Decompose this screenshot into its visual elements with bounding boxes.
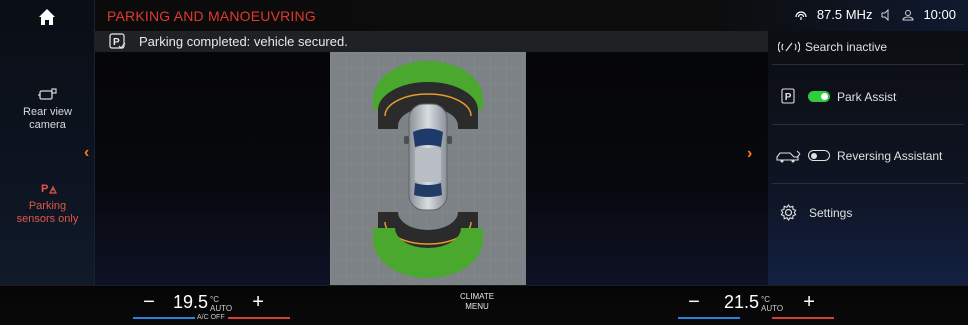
climate-menu-button[interactable]: CLIMATE MENU — [460, 292, 494, 312]
svg-text:P: P — [785, 92, 792, 103]
left-sidebar: Rear view camera ‹ P Parking sensors onl… — [0, 0, 95, 285]
right-temp-warm-bar — [772, 317, 834, 319]
info-bar: P Parking completed: vehicle secured. — [95, 31, 768, 52]
radio-frequency[interactable]: 87.5 MHz — [817, 7, 873, 22]
parking-p-icon: P — [781, 88, 795, 104]
reversing-assistant-item[interactable]: Reversing Assistant — [768, 142, 968, 172]
sensor-waves-icon — [778, 41, 800, 53]
vehicle-top-view — [404, 103, 452, 211]
volume-icon[interactable] — [881, 8, 893, 21]
right-temp-value: 21.5 — [724, 292, 760, 312]
parking-sensor-view — [330, 52, 526, 285]
left-temp-increase-button[interactable]: + — [248, 291, 268, 314]
top-bar: PARKING AND MANOEUVRING 87.5 MHz 10:00 — [95, 0, 968, 33]
sidebar-collapse-chevron[interactable]: ‹ — [84, 144, 89, 162]
sidebar-item-parking-sensors[interactable]: P Parking sensors only — [0, 180, 95, 226]
left-temp-cool-bar — [133, 317, 195, 319]
ac-status: A/C OFF — [197, 314, 225, 321]
right-temp-unit: °C — [761, 295, 771, 304]
left-temp-value: 19.5 — [173, 292, 209, 312]
left-temp-unit: °C — [210, 295, 220, 304]
svg-text:P: P — [41, 183, 48, 195]
radio-icon — [795, 10, 807, 20]
search-status-label: Search inactive — [805, 40, 888, 54]
parking-complete-icon: P — [109, 33, 126, 49]
reversing-car-icon — [776, 150, 801, 163]
reversing-assistant-toggle[interactable] — [808, 150, 830, 161]
park-assist-toggle[interactable] — [808, 91, 830, 102]
right-temp-decrease-button[interactable]: − — [684, 291, 704, 314]
home-button[interactable] — [34, 6, 60, 28]
divider — [772, 64, 964, 65]
reversing-assistant-label: Reversing Assistant — [837, 149, 943, 163]
sidebar-item-rear-camera-label: Rear view camera — [23, 106, 72, 131]
home-icon — [39, 9, 55, 25]
left-temp-warm-bar — [228, 317, 290, 319]
left-temp-auto: AUTO — [210, 304, 233, 313]
right-temp-auto: AUTO — [761, 304, 784, 313]
search-status[interactable]: Search inactive — [768, 31, 968, 64]
right-panel: Search inactive P Park Assist Reversing … — [768, 31, 968, 285]
status-message: Parking completed: vehicle secured. — [139, 34, 348, 49]
sidebar-item-parking-sensors-label: Parking sensors only — [16, 200, 79, 225]
settings-label: Settings — [809, 206, 853, 220]
sidebar-item-rear-camera[interactable]: Rear view camera — [0, 86, 95, 132]
user-icon[interactable] — [902, 9, 914, 21]
park-assist-label: Park Assist — [837, 90, 897, 104]
rear-camera-icon — [37, 88, 57, 100]
status-bar: 87.5 MHz 10:00 — [794, 7, 956, 22]
page-title: PARKING AND MANOEUVRING — [107, 8, 316, 24]
right-temperature-control: − 21.5 °C AUTO + — [684, 291, 819, 319]
settings-item[interactable]: Settings — [768, 199, 968, 229]
left-temp-decrease-button[interactable]: − — [139, 291, 159, 314]
right-temp-cool-bar — [678, 317, 740, 319]
park-assist-item[interactable]: P Park Assist — [768, 83, 968, 113]
climate-bar: − 19.5 °C AUTO + A/C OFF CLIMATE MENU − … — [0, 285, 968, 325]
gear-icon — [780, 204, 797, 221]
clock: 10:00 — [923, 7, 956, 22]
divider — [772, 124, 964, 125]
divider — [772, 183, 964, 184]
expand-chevron-right[interactable]: › — [747, 145, 752, 163]
camera-view — [95, 52, 768, 285]
parking-sensor-icon: P — [41, 183, 57, 195]
parking-visualization — [330, 52, 526, 285]
right-temp-increase-button[interactable]: + — [799, 291, 819, 314]
